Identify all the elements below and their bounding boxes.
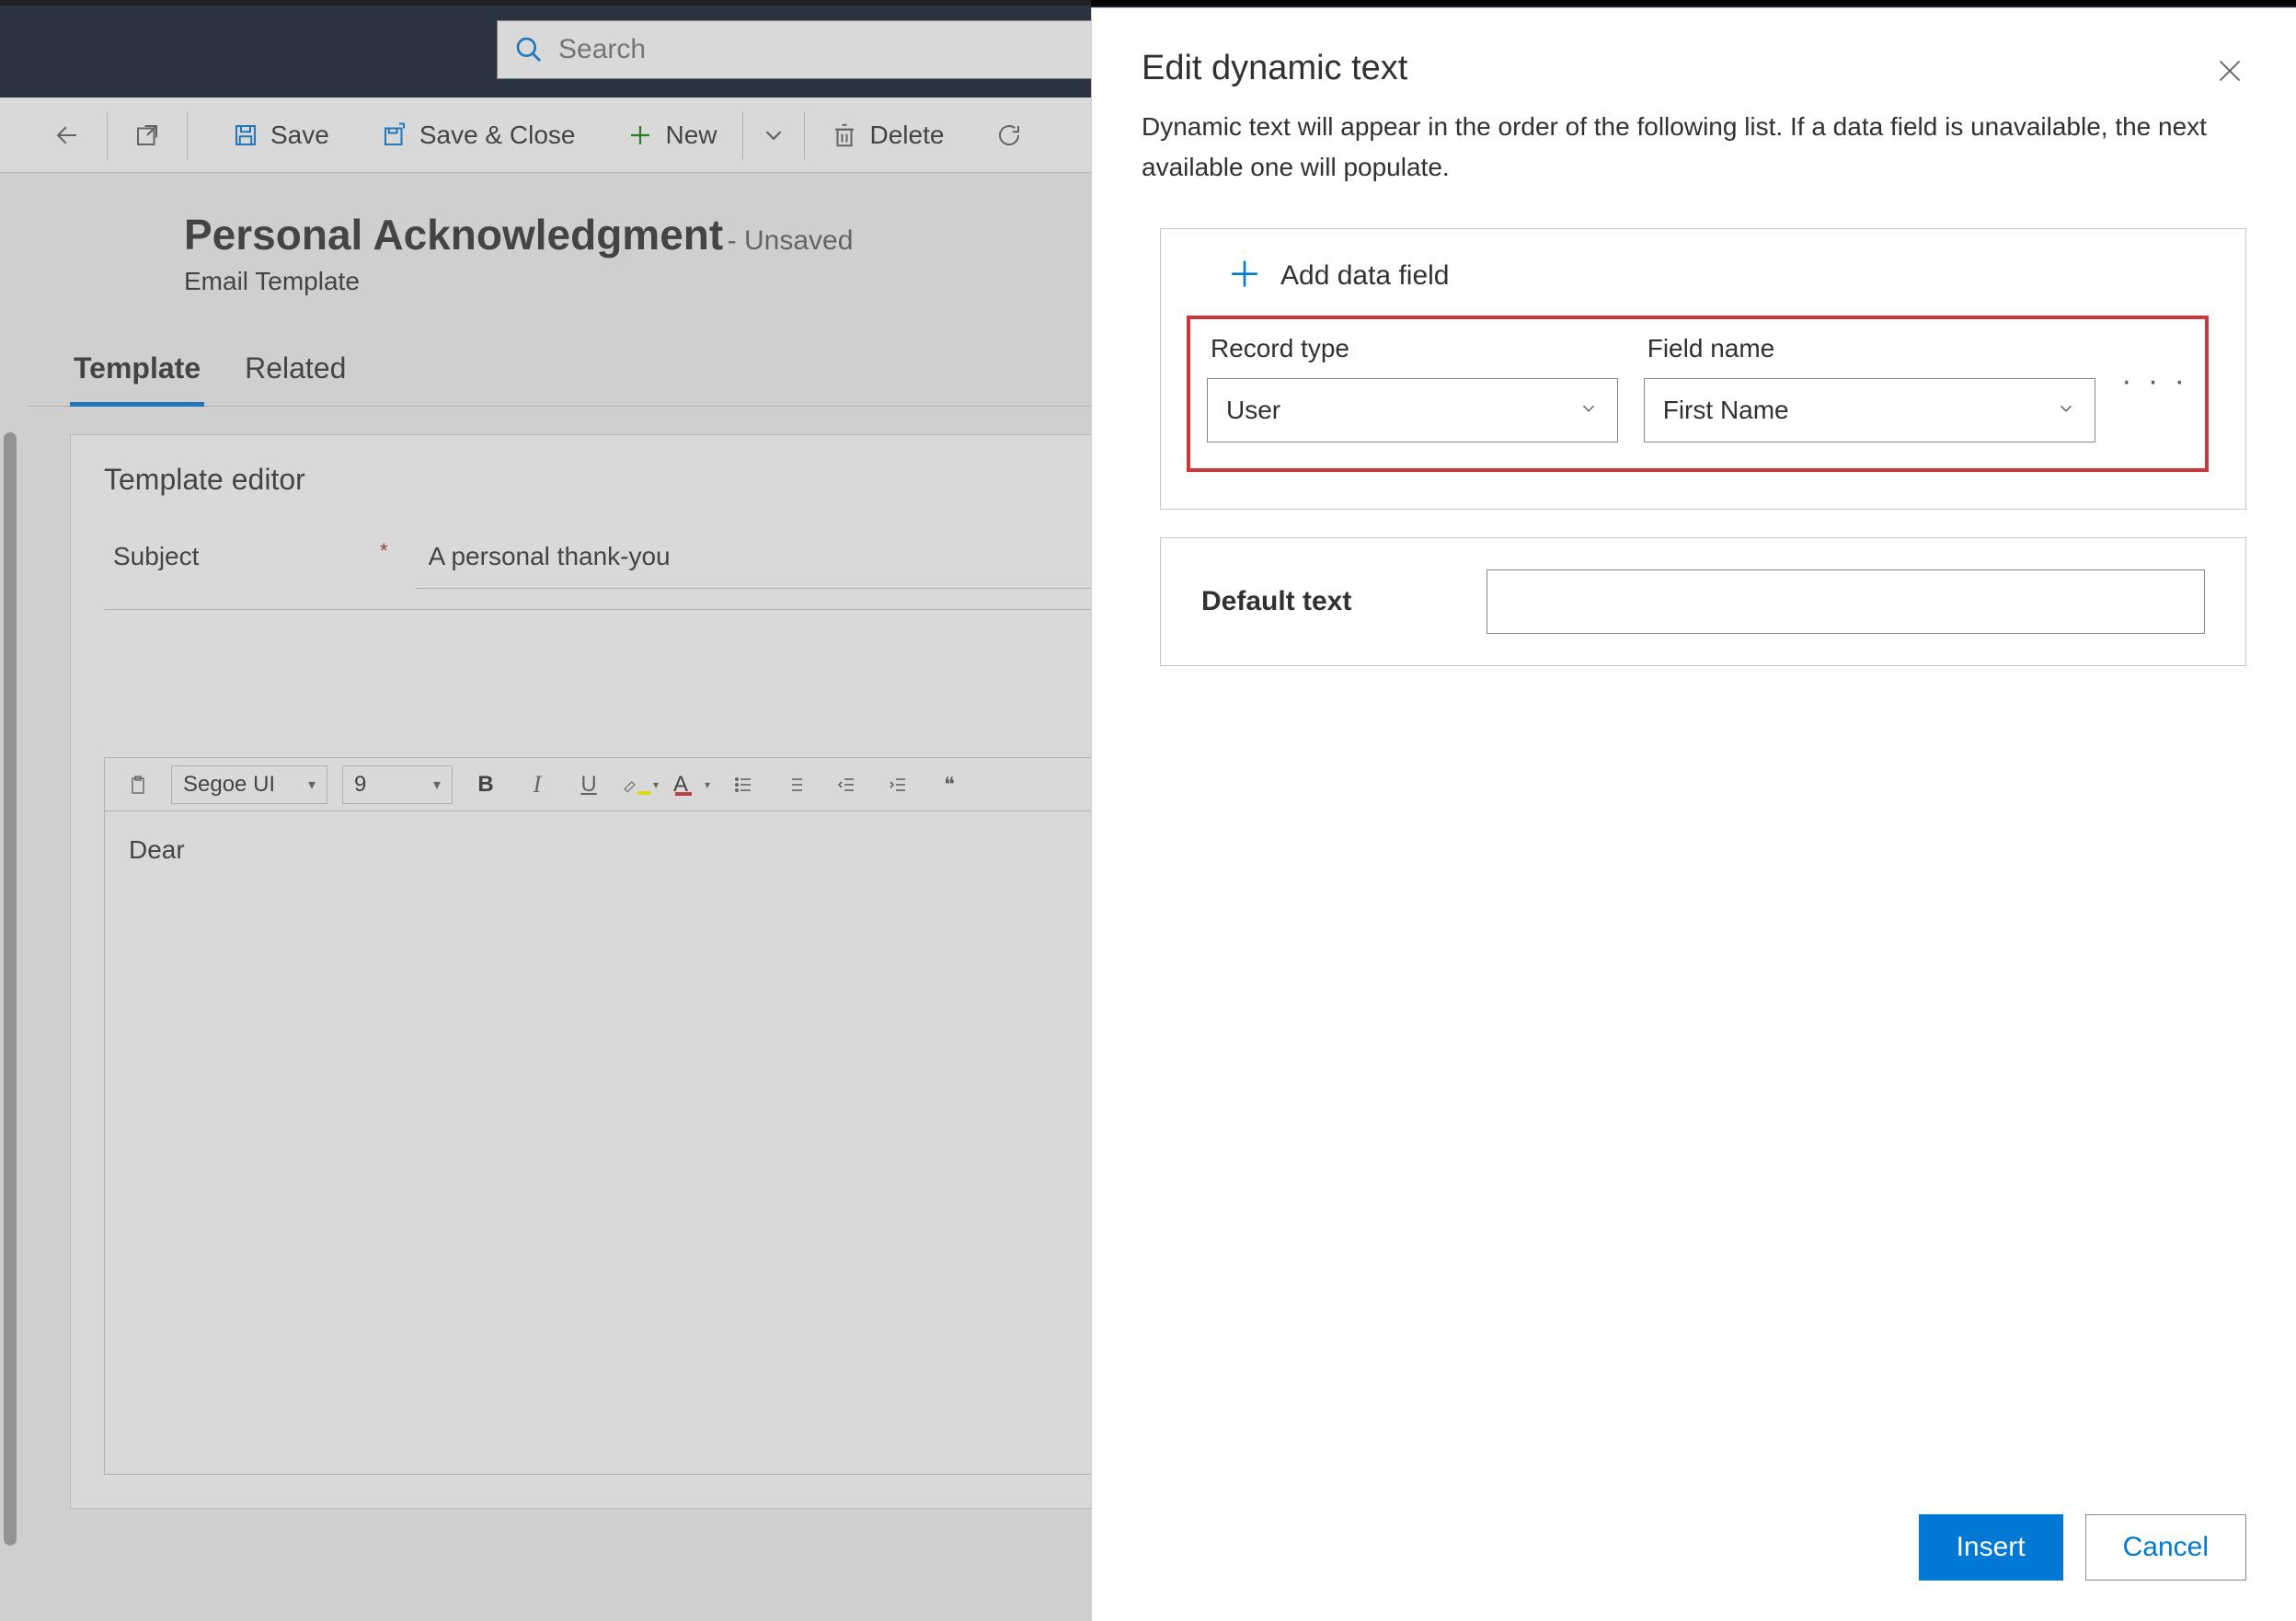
data-fields-card: ＋ Add data field Record type User Field … [1160,228,2246,510]
record-type-label: Record type [1207,334,1618,363]
edit-dynamic-text-flyout: Edit dynamic text Dynamic text will appe… [1091,7,2296,1621]
default-text-label: Default text [1201,586,1413,617]
default-text-card: Default text [1160,537,2246,666]
cancel-button[interactable]: Cancel [2085,1514,2246,1581]
plus-icon: ＋ [1227,259,1262,293]
chevron-down-icon [2056,396,2076,425]
modal-scrim [0,0,1091,1621]
close-button[interactable] [2213,54,2246,87]
chevron-down-icon [1578,396,1599,425]
close-icon [2213,54,2246,87]
field-name-select[interactable]: First Name [1644,378,2095,443]
field-name-value: First Name [1663,396,1789,425]
row-more-actions[interactable]: · · · [2121,363,2188,414]
flyout-title: Edit dynamic text [1142,49,1407,88]
flyout-description: Dynamic text will appear in the order of… [1092,88,2296,188]
default-text-input[interactable] [1487,569,2205,634]
add-data-field-label: Add data field [1280,260,1449,292]
record-type-value: User [1226,396,1280,425]
add-data-field-button[interactable]: ＋ Add data field [1161,229,2245,316]
insert-button[interactable]: Insert [1919,1514,2063,1581]
record-type-select[interactable]: User [1207,378,1618,443]
field-row-highlight: Record type User Field name First Name [1187,316,2209,472]
field-name-label: Field name [1644,334,2095,363]
